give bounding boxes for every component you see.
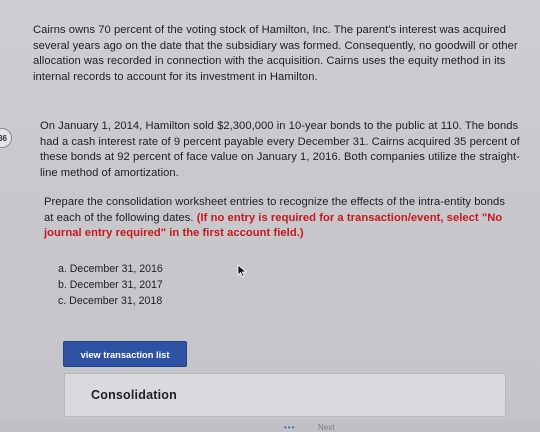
panel-title: Consolidation [91,388,177,402]
part-a: a. December 31, 2016 [58,263,163,275]
question-number-badge: 36 [0,128,12,148]
question-page: Cairns owns 70 percent of the voting sto… [0,0,540,432]
next-link[interactable]: Next [318,424,334,432]
pagination-dots-icon[interactable]: ••• [284,424,295,432]
problem-details: On January 1, 2014, Hamilton sold $2,300… [40,120,520,179]
mouse-pointer-icon [237,264,248,278]
problem-instruction: Prepare the consolidation worksheet entr… [44,195,514,242]
bottom-bar [0,420,540,432]
consolidation-panel: Consolidation [64,373,506,417]
view-transaction-list-button[interactable]: view transaction list [63,341,187,367]
problem-intro: Cairns owns 70 percent of the voting sto… [33,24,518,83]
part-c: c. December 31, 2018 [58,294,163,307]
required-parts-list: a. December 31, 2016 b. December 31, 201… [58,262,163,309]
part-b: b. December 31, 2017 [58,278,163,291]
